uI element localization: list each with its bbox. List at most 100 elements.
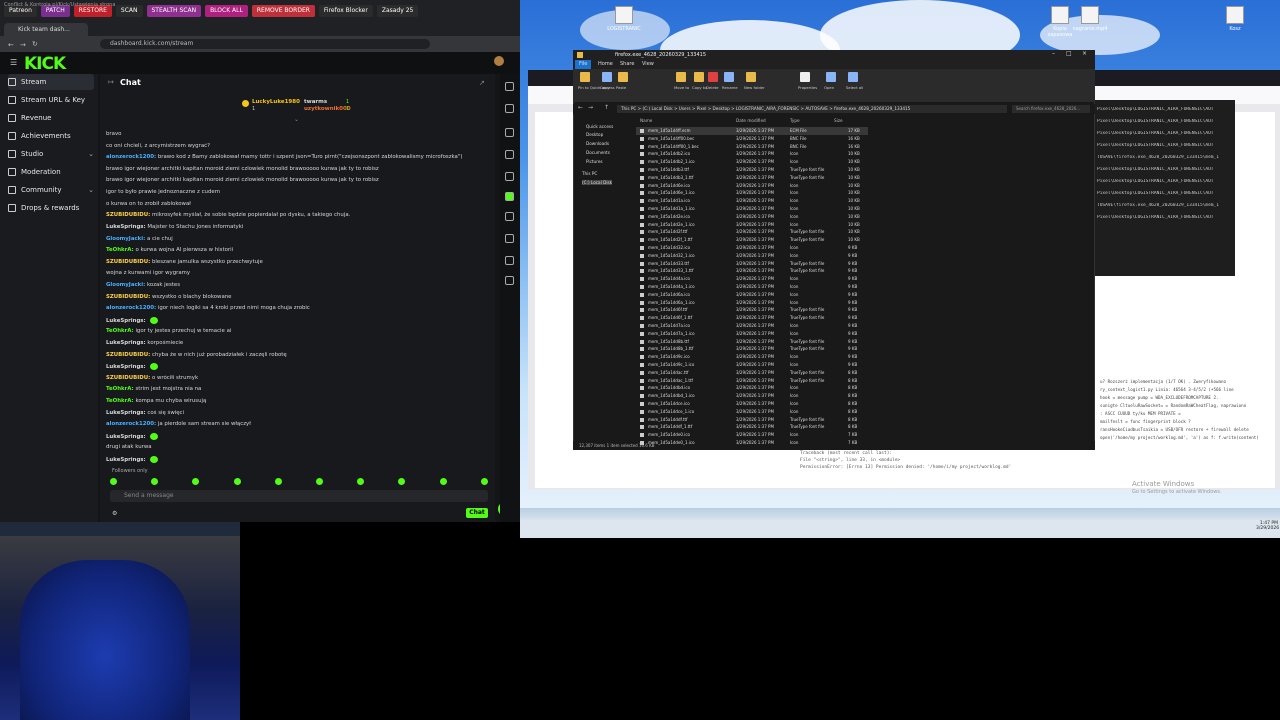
chat-input[interactable]: Send a message — [110, 490, 488, 502]
nav-item[interactable]: Pictures — [586, 159, 603, 164]
explorer-path[interactable]: This PC > (C:) Local Disk > Users > Pixe… — [617, 105, 1007, 113]
emote-icon[interactable] — [233, 478, 241, 485]
file-row[interactable]: mem_1d5a1dd32.ico 3/29/2026 1:37 PM Icon 9 … — [636, 244, 868, 252]
file-row[interactable]: mem_1d5a1d4ff00_1.bec 3/29/2026 1:37 PM BN… — [636, 143, 868, 151]
file-row[interactable]: mem_1d5a1ddb2.ico 3/29/2026 1:37 PM Icon 10… — [636, 150, 868, 158]
column-header[interactable]: Size — [834, 118, 843, 123]
file-row[interactable]: mem_1d5a1d4ff00.bec 3/29/2026 1:37 PM BNC … — [636, 135, 868, 143]
back-icon[interactable]: ← — [8, 41, 14, 49]
bookmark-item[interactable]: REMOVE BORDER — [251, 5, 315, 17]
url-bar[interactable]: dashboard.kick.com/stream — [100, 39, 430, 49]
sidebar-item[interactable]: Drops & rewards — [8, 200, 94, 216]
back-icon[interactable]: ← — [578, 104, 583, 111]
ribbon-button-icon[interactable] — [580, 72, 590, 82]
file-row[interactable]: mem_1d5a1dd6a.ico 3/29/2026 1:37 PM Icon 9 … — [636, 291, 868, 299]
ribbon-button-icon[interactable] — [746, 72, 756, 82]
file-row[interactable]: mem_1d5a1dd8b.ttf 3/29/2026 1:37 PM TrueTy… — [636, 338, 868, 346]
ribbon-button-icon[interactable] — [676, 72, 686, 82]
sidebar-item[interactable]: Stream URL & Key — [8, 92, 94, 108]
file-row[interactable]: mem_1d5a1dd8b_1.ttf 3/29/2026 1:37 PM True… — [636, 345, 868, 353]
chevron-down-icon[interactable]: ⌄ — [88, 182, 94, 198]
chat-username[interactable]: TeOhkrA: — [106, 328, 134, 334]
file-row[interactable]: mem_1d5a1dd4a_1.ico 3/29/2026 1:37 PM Icon… — [636, 283, 868, 291]
chat-username[interactable]: TeOhkrA: — [106, 247, 134, 253]
minimize-icon[interactable]: – — [1052, 50, 1055, 57]
emote-icon[interactable] — [110, 478, 117, 485]
file-row[interactable]: mem_1d5a1ddac.ttf 3/29/2026 1:37 PM TrueTy… — [636, 369, 868, 377]
emote-icon[interactable] — [316, 478, 323, 485]
chevron-down-icon[interactable]: ⌄ — [88, 146, 94, 162]
file-row[interactable]: mem_1d5a1dde0.ico 3/29/2026 1:37 PM Icon 7 … — [636, 431, 868, 439]
rail-icon[interactable] — [505, 128, 514, 137]
nav-item[interactable]: Quick access — [586, 124, 613, 129]
file-row[interactable]: mem_1d5a1dd33_1.ttf 3/29/2026 1:37 PM True… — [636, 267, 868, 275]
chat-username[interactable]: SZUBIDUBIDU: — [106, 259, 150, 265]
sidebar-item[interactable]: Community ⌄ — [8, 182, 94, 198]
forward-icon[interactable]: → — [588, 104, 593, 111]
emote-icon[interactable] — [439, 478, 447, 485]
file-row[interactable]: mem_1d5a1dddf_1.ttf 3/29/2026 1:37 PM True… — [636, 423, 868, 431]
file-row[interactable]: mem_1d5a1dd9c_1.ico 3/29/2026 1:37 PM Icon… — [636, 361, 868, 369]
chat-username[interactable]: TeOhkrA: — [106, 386, 134, 392]
file-row[interactable]: mem_1d5a1dd33.ttf 3/29/2026 1:37 PM TrueTy… — [636, 260, 868, 268]
sidebar-item[interactable]: Revenue — [8, 110, 94, 126]
chat-username[interactable]: alonzerock1200: — [106, 154, 156, 160]
file-row[interactable]: mem_1d5a1dd2f_1.ttf 3/29/2026 1:37 PM True… — [636, 236, 868, 244]
browser-tab[interactable]: Kick team dash... — [4, 23, 88, 36]
file-row[interactable]: mem_1d5a1ddac_1.ttf 3/29/2026 1:37 PM True… — [636, 377, 868, 385]
bookmark-item[interactable]: STEALTH SCAN — [146, 5, 202, 17]
explorer-search[interactable]: Search firefox.exe_4628_2026... — [1012, 105, 1090, 113]
close-icon[interactable]: × — [1082, 50, 1087, 57]
rail-icon[interactable] — [505, 82, 514, 91]
ribbon-tab[interactable]: File — [579, 61, 587, 67]
rail-icon[interactable] — [505, 234, 514, 243]
file-row[interactable]: mem_1d5a1ddbd.ico 3/29/2026 1:37 PM Icon 8 … — [636, 384, 868, 392]
ribbon-button-icon[interactable] — [708, 72, 718, 82]
file-row[interactable]: mem_1d5a1dd4a.ico 3/29/2026 1:37 PM Icon 9 … — [636, 275, 868, 283]
file-row[interactable]: mem_1d5a1dd2e_1.ico 3/29/2026 1:37 PM Icon… — [636, 221, 868, 229]
sidebar-item[interactable]: Achievements — [8, 128, 94, 144]
ribbon-button-icon[interactable] — [602, 72, 612, 82]
bookmark-item[interactable]: Firefox Blocker — [318, 5, 373, 17]
file-row[interactable]: mem_1d5a1dd9c.ico 3/29/2026 1:37 PM Icon 9 … — [636, 353, 868, 361]
file-row[interactable]: mem_1d5a1dd2f.ttf 3/29/2026 1:37 PM TrueTy… — [636, 228, 868, 236]
desktop-icon[interactable]: nagranie.mp4 — [1070, 6, 1110, 32]
column-header[interactable]: Date modified — [736, 118, 766, 123]
chat-username[interactable]: LukeSprings: — [106, 224, 146, 230]
chat-username[interactable]: SZUBIDUBIDU: — [106, 375, 150, 381]
bookmark-item[interactable]: Zasady 25 — [376, 5, 419, 17]
chat-username[interactable]: LukeSprings: — [106, 457, 146, 463]
file-row[interactable]: mem_1d5a1ddbd_1.ico 3/29/2026 1:37 PM Icon… — [636, 392, 868, 400]
rail-icon[interactable] — [505, 150, 514, 159]
nav-item[interactable]: This PC — [582, 171, 597, 176]
emote-icon[interactable] — [274, 478, 282, 485]
chat-rail-icon[interactable] — [505, 192, 514, 201]
chevron-down-icon[interactable]: ⌄ — [294, 116, 299, 123]
chat-username[interactable]: TeOhkrA: — [106, 398, 134, 404]
file-row[interactable]: mem_1d5a1dd7a.ico 3/29/2026 1:37 PM Icon 9 … — [636, 322, 868, 330]
file-row[interactable]: mem_1d5a1dd32_1.ico 3/29/2026 1:37 PM Icon… — [636, 252, 868, 260]
chat-username[interactable]: LukeSprings: — [106, 410, 146, 416]
popout-icon[interactable]: ↗ — [479, 79, 485, 87]
chat-username[interactable]: SZUBIDUBIDU: — [106, 294, 150, 300]
ribbon-tab[interactable]: View — [642, 61, 654, 67]
rail-icon[interactable] — [505, 256, 514, 265]
ribbon-tab[interactable]: Share — [620, 61, 634, 67]
file-row[interactable]: mem_1d5a1dd2e.ico 3/29/2026 1:37 PM Icon 10… — [636, 213, 868, 221]
file-row[interactable]: mem_1d5a1dd6a_1.ico 3/29/2026 1:37 PM Icon… — [636, 299, 868, 307]
chat-username[interactable]: GloomyJacki: — [106, 282, 145, 288]
ribbon-tab[interactable]: Home — [598, 61, 613, 67]
column-header[interactable]: Name — [640, 118, 652, 123]
reload-icon[interactable]: ↻ — [32, 40, 38, 48]
sidebar-item[interactable]: Stream — [8, 74, 94, 90]
nav-item[interactable]: (C:) Local Disk — [582, 180, 613, 185]
file-row[interactable]: mem_1d5a1dd7a_1.ico 3/29/2026 1:37 PM Icon… — [636, 330, 868, 338]
file-row[interactable]: mem_1d5a1ddce_1.ico 3/29/2026 1:37 PM Icon… — [636, 408, 868, 416]
chat-username[interactable]: LukeSprings: — [106, 318, 146, 324]
nav-item[interactable]: Documents — [586, 150, 610, 155]
kick-logo[interactable]: KICK — [24, 54, 66, 74]
file-row[interactable]: mem_1d5a1ddb2_1.ico 3/29/2026 1:37 PM Icon… — [636, 158, 868, 166]
chat-username[interactable]: SZUBIDUBIDU: — [106, 352, 150, 358]
ribbon-button-icon[interactable] — [848, 72, 858, 82]
sidebar-item[interactable]: Studio ⌄ — [8, 146, 94, 162]
